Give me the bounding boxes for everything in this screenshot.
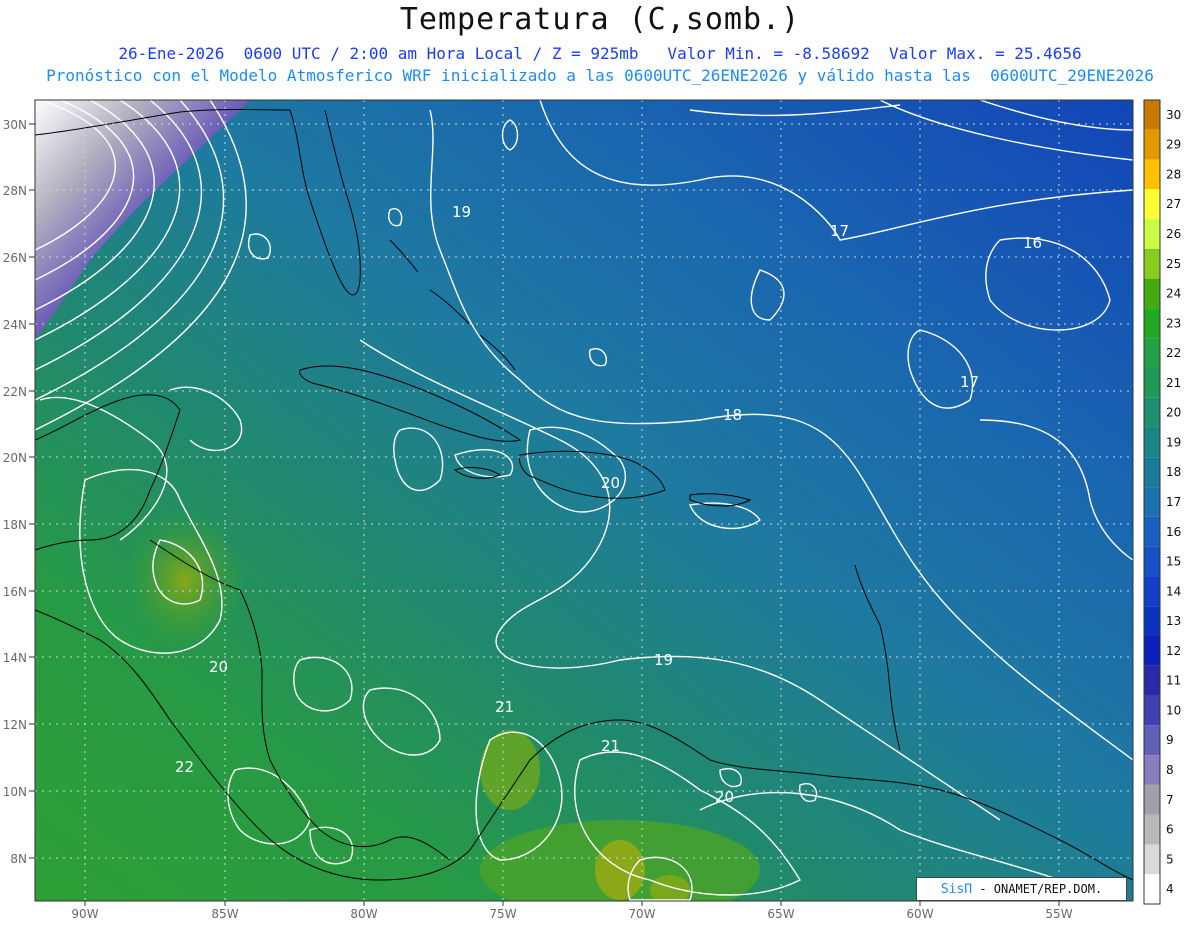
colorbar-swatch	[1144, 814, 1160, 845]
colorbar-label: 7	[1166, 793, 1174, 807]
colorbar-label: 16	[1166, 525, 1181, 539]
lat-label: 8N	[10, 852, 27, 866]
contour-label: 21	[495, 698, 514, 716]
colorbar-label: 28	[1166, 167, 1181, 181]
contour-label: 20	[601, 474, 620, 492]
colorbar-label: 20	[1166, 406, 1181, 420]
colorbar-swatch	[1144, 308, 1160, 339]
lon-label: 75W	[489, 907, 516, 921]
colorbar-swatch	[1144, 159, 1160, 190]
lon-label: 70W	[628, 907, 655, 921]
colorbar-label: 13	[1166, 614, 1181, 628]
lat-label: 16N	[3, 585, 27, 599]
colorbar-swatch	[1144, 576, 1160, 607]
colorbar-label: 8	[1166, 763, 1174, 777]
contour-label: 18	[723, 406, 742, 424]
longitude-axis: 90W 85W 80W 75W 70W 65W 60W 55W	[71, 907, 1072, 921]
contour-label: 20	[715, 788, 734, 806]
contour-label: 22	[175, 758, 194, 776]
contour-label: 19	[452, 203, 471, 221]
colorbar-swatch	[1144, 129, 1160, 160]
lon-label: 60W	[906, 907, 933, 921]
contour-label: 17	[960, 373, 979, 391]
latitude-axis: 30N 28N 26N 24N 22N 20N 18N 16N 14N 12N …	[3, 118, 27, 866]
colorbar-label: 18	[1166, 465, 1181, 479]
lon-label: 65W	[767, 907, 794, 921]
colorbar-label: 23	[1166, 316, 1181, 330]
colorbar-label: 30	[1166, 108, 1181, 122]
colorbar-label: 25	[1166, 257, 1181, 271]
colorbar-swatch	[1144, 397, 1160, 428]
colorbar-swatch	[1144, 546, 1160, 577]
colorbar-label: 5	[1166, 852, 1174, 866]
colorbar-swatch	[1144, 665, 1160, 696]
colorbar-label: 12	[1166, 644, 1181, 658]
lon-ticks	[84, 901, 1060, 906]
lon-label: 90W	[71, 907, 98, 921]
credit-text: - ONAMET/REP.DOM.	[972, 882, 1103, 896]
contour-label: 19	[654, 651, 673, 669]
lat-ticks	[29, 123, 35, 859]
colorbar-label: 21	[1166, 376, 1181, 390]
colorbar-swatch	[1144, 278, 1160, 309]
colorbar-label: 14	[1166, 584, 1181, 598]
colorbar-label: 6	[1166, 823, 1174, 837]
lat-label: 26N	[3, 251, 27, 265]
contour-label: 16	[1023, 234, 1042, 252]
lon-label: 85W	[211, 907, 238, 921]
colorbar-swatch	[1144, 219, 1160, 249]
colorbar-swatch	[1144, 606, 1160, 636]
hot-spot	[595, 840, 645, 900]
credit-box: SisΠ - ONAMET/REP.DOM.	[916, 877, 1127, 901]
lat-label: 24N	[3, 318, 27, 332]
lat-label: 12N	[3, 718, 27, 732]
colorbar-swatch	[1144, 338, 1160, 368]
colorbar-swatch	[1144, 368, 1160, 398]
colorbar-label: 26	[1166, 227, 1181, 241]
colorbar-swatch	[1144, 874, 1160, 904]
lat-label: 18N	[3, 518, 27, 532]
colorbar-label: 22	[1166, 346, 1181, 360]
colorbar-label: 27	[1166, 197, 1181, 211]
temperature-field	[35, 100, 1133, 901]
colorbar-swatch	[1144, 844, 1160, 875]
colorbar-label: 10	[1166, 703, 1181, 717]
lat-label: 14N	[3, 651, 27, 665]
colorbar-swatch	[1144, 427, 1160, 458]
colorbar-swatch	[1144, 487, 1160, 517]
colorbar-swatch	[1144, 784, 1160, 815]
colorbar-swatch	[1144, 636, 1160, 666]
colorbar-label: 29	[1166, 138, 1181, 152]
colorbar-label: 15	[1166, 555, 1181, 569]
colorbar-swatch	[1144, 725, 1160, 756]
contour-label: 17	[830, 222, 849, 240]
colorbar-label: 24	[1166, 287, 1181, 301]
lon-label: 55W	[1045, 907, 1072, 921]
colorbar-swatch	[1144, 695, 1160, 726]
lat-label: 28N	[3, 184, 27, 198]
colorbar-swatch	[1144, 248, 1160, 279]
colorbar-swatch	[1144, 755, 1160, 785]
colorbar-label: 9	[1166, 733, 1174, 747]
colorbar-label: 19	[1166, 435, 1181, 449]
colorbar: 30 29 28 27 26 25 24 23 22 21 20 19 18 17 16 15 14 13 12 11…	[1143, 99, 1181, 905]
colorbar-label: 17	[1166, 495, 1181, 509]
colorbar-label: 4	[1166, 882, 1174, 896]
contour-label: 20	[209, 658, 228, 676]
warm-region-honduras	[125, 510, 245, 650]
lat-label: 30N	[3, 118, 27, 132]
colorbar-swatch	[1144, 516, 1160, 547]
lat-label: 22N	[3, 385, 27, 399]
contour-label: 21	[601, 737, 620, 755]
colorbar-swatch	[1144, 457, 1160, 488]
colorbar-label: 11	[1166, 674, 1181, 688]
lat-label: 10N	[3, 785, 27, 799]
map-field: 19 17 16 17 18 20 20 19 21 21 20 22	[35, 100, 1133, 901]
colorbar-swatch	[1144, 100, 1160, 130]
temperature-map: 19 17 16 17 18 20 20 19 21 21 20 22 30N …	[3, 99, 1181, 921]
lat-label: 20N	[3, 451, 27, 465]
lon-label: 80W	[350, 907, 377, 921]
sispi-logo-text: SisΠ	[940, 882, 973, 897]
colorbar-swatch	[1144, 189, 1160, 220]
